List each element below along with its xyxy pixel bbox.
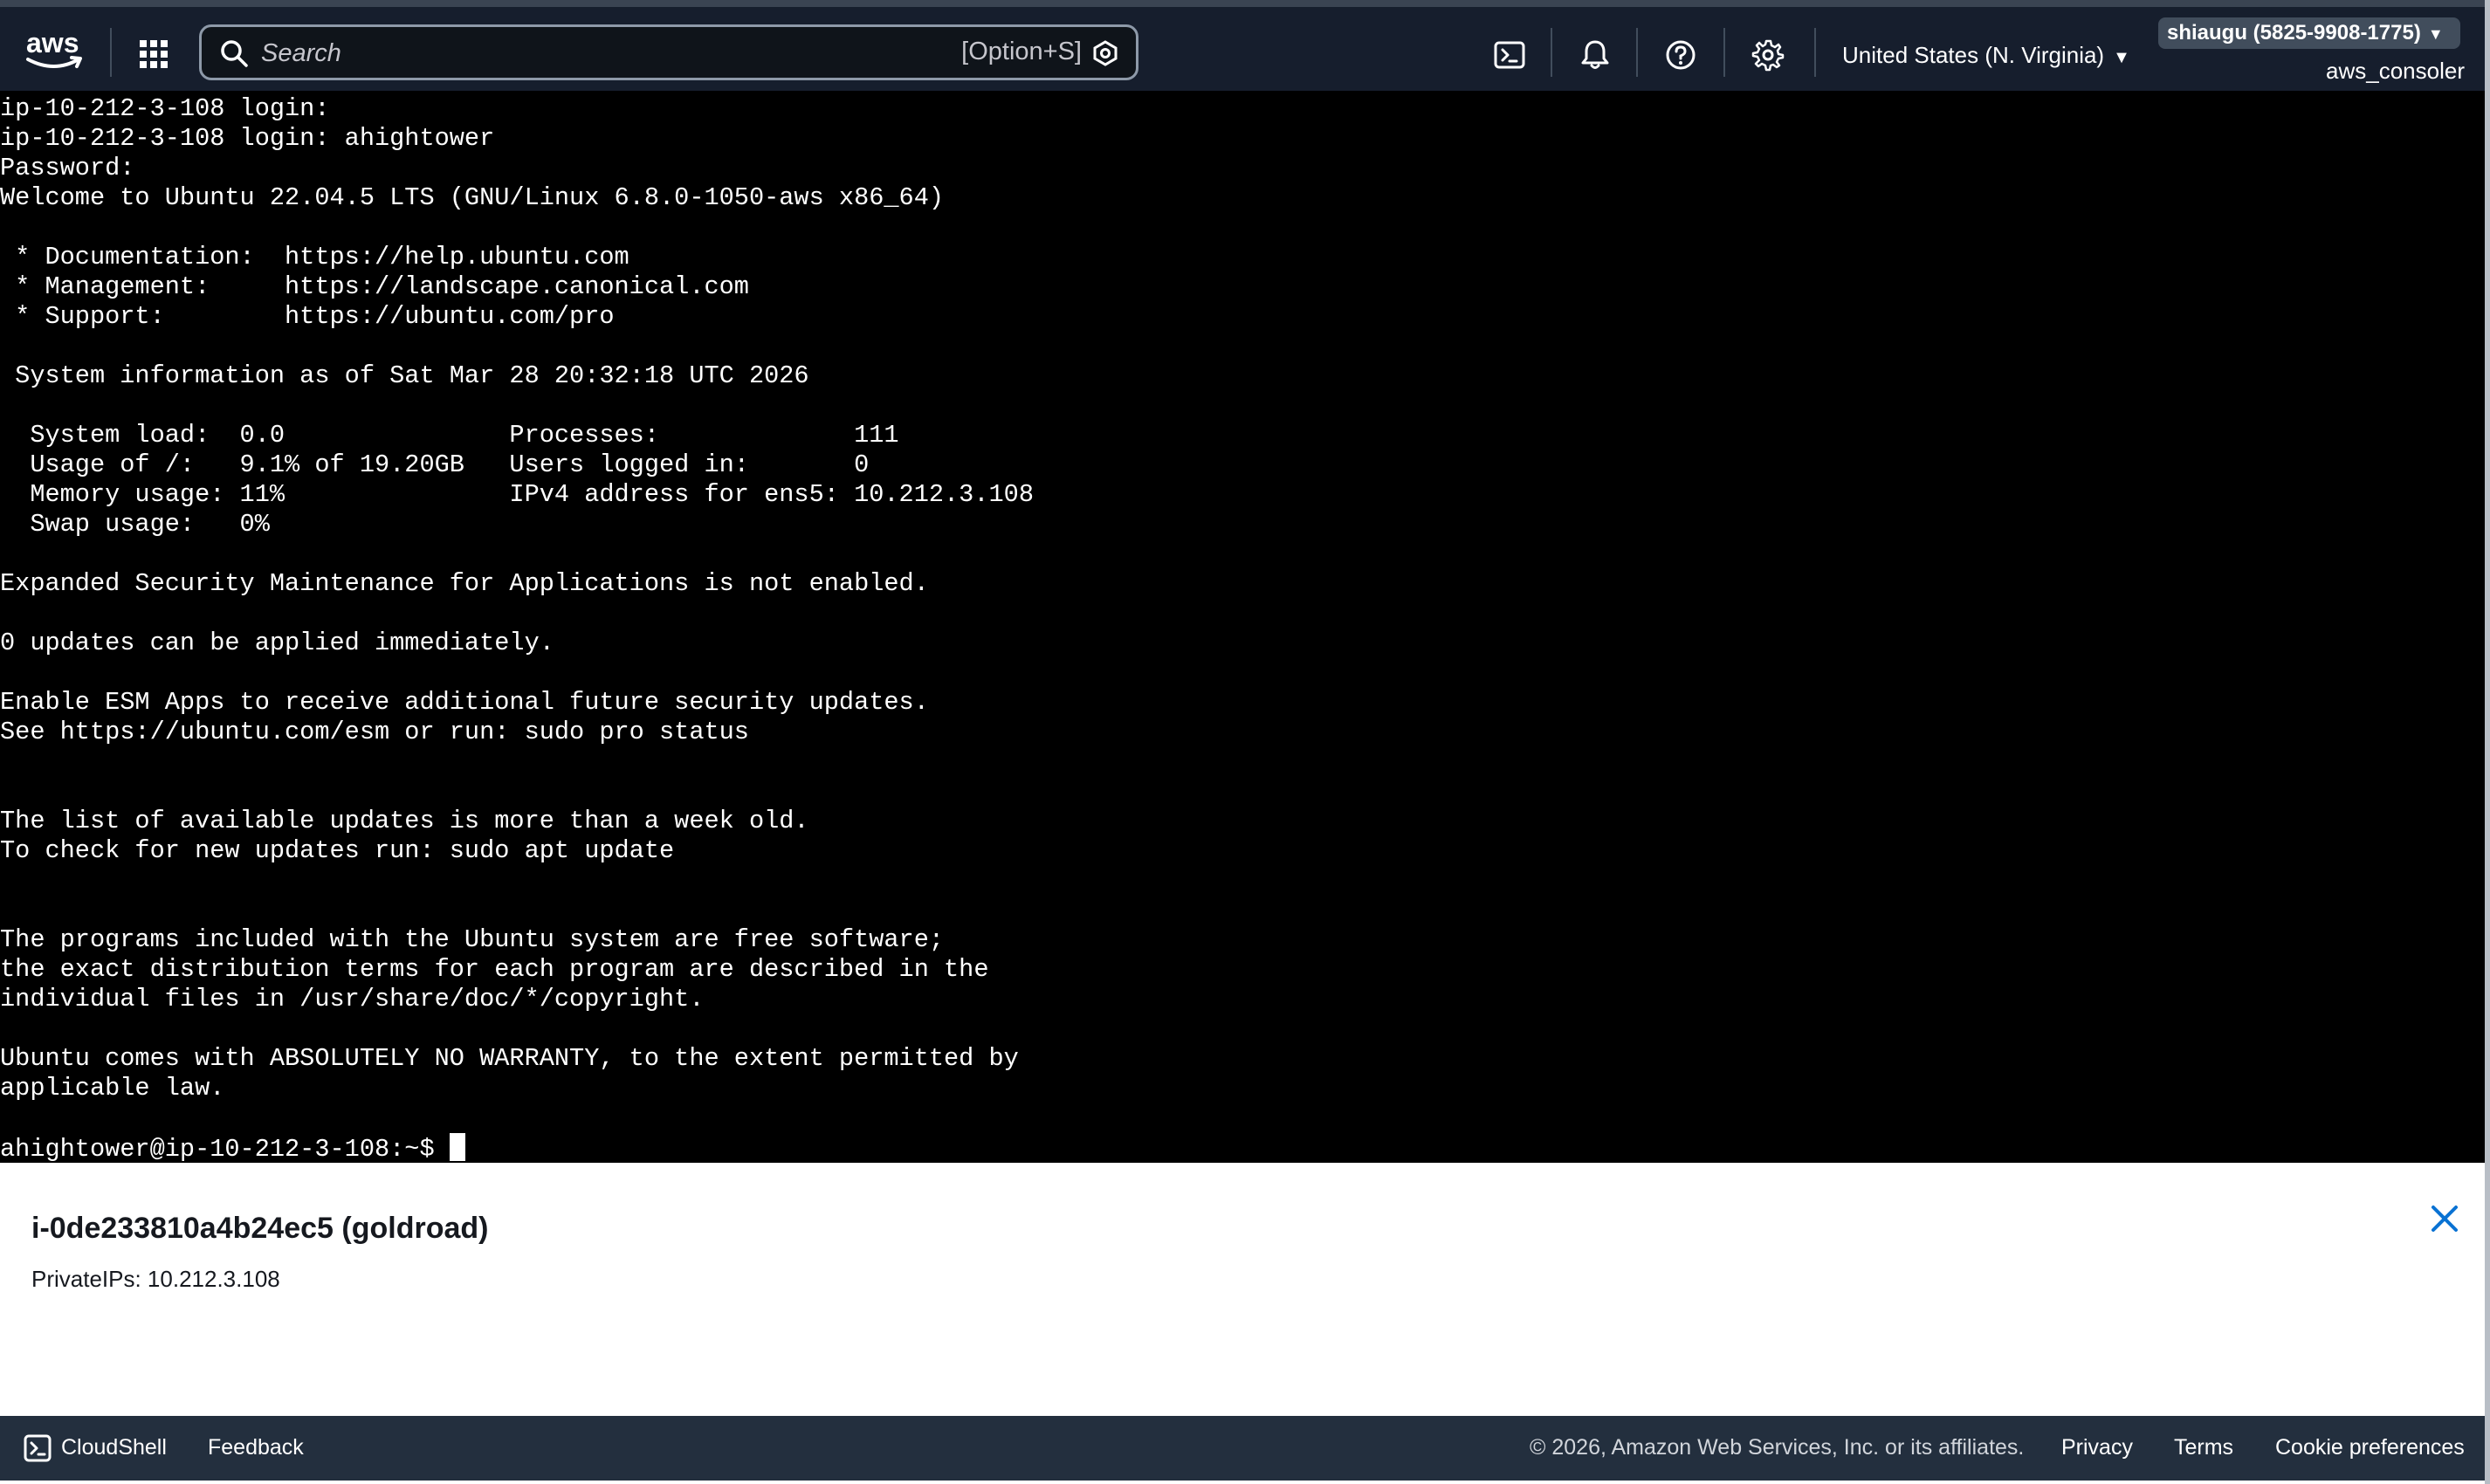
topbar-divider <box>1814 28 1816 77</box>
caret-down-icon: ▼ <box>2427 25 2444 43</box>
services-grid-icon[interactable] <box>138 38 169 70</box>
terminal-output[interactable]: ip-10-212-3-108 login: ip-10-212-3-108 l… <box>0 91 2485 1163</box>
private-ips-label: PrivateIPs: 10.212.3.108 <box>31 1266 280 1292</box>
aws-logo-icon[interactable]: aws <box>24 26 84 77</box>
copyright-text: © 2026, Amazon Web Services, Inc. or its… <box>1530 1435 2025 1460</box>
aws-logo-text: aws <box>26 27 79 58</box>
instance-info-panel: i-0de233810a4b24ec5 (goldroad) PrivateIP… <box>0 1163 2485 1416</box>
topbar-divider <box>1723 28 1725 77</box>
cloudshell-link[interactable]: CloudShell <box>61 1435 167 1460</box>
region-label: United States (N. Virginia) <box>1842 42 2105 68</box>
topbar-divider <box>1551 28 1552 77</box>
cloudshell-icon[interactable] <box>23 1433 52 1463</box>
terminal-cursor <box>449 1133 465 1161</box>
search-icon <box>221 40 248 67</box>
topbar-divider <box>110 28 112 77</box>
privacy-link[interactable]: Privacy <box>2061 1435 2133 1460</box>
terminal-session[interactable]: ip-10-212-3-108 login: ip-10-212-3-108 l… <box>0 91 2485 1163</box>
terms-link[interactable]: Terms <box>2174 1435 2233 1460</box>
help-icon[interactable] <box>1664 38 1697 72</box>
top-navigation-bar: aws [Option+S] <box>0 0 2485 91</box>
search-shortcut-hint: [Option+S] <box>961 38 1082 65</box>
account-menu[interactable]: shiaugu (5825-9908-1775) ▼ <box>2158 17 2460 49</box>
search-input[interactable] <box>259 34 1049 72</box>
search-box[interactable]: [Option+S] <box>199 24 1138 80</box>
gear-icon[interactable] <box>1751 38 1785 72</box>
bell-icon[interactable] <box>1579 38 1612 72</box>
settings-hexagon-icon[interactable] <box>1092 40 1118 66</box>
window-edge <box>2485 0 2490 1484</box>
topbar-divider <box>1636 28 1638 77</box>
console-footer: CloudShell Feedback © 2026, Amazon Web S… <box>0 1416 2485 1481</box>
user-name: aws_consoler <box>2326 58 2465 84</box>
cookie-preferences-link[interactable]: Cookie preferences <box>2275 1435 2465 1460</box>
shell-prompt: ahightower@ip-10-212-3-108:~$ <box>0 1135 450 1163</box>
feedback-link[interactable]: Feedback <box>208 1435 304 1460</box>
instance-title: i-0de233810a4b24ec5 (goldroad) <box>31 1212 489 1245</box>
region-selector[interactable]: United States (N. Virginia) ▼ <box>1842 42 2130 69</box>
account-label: shiaugu (5825-9908-1775) <box>2167 21 2421 45</box>
caret-down-icon: ▼ <box>2113 48 2130 67</box>
close-icon[interactable] <box>2429 1203 2460 1234</box>
cloudshell-icon[interactable] <box>1493 38 1526 72</box>
